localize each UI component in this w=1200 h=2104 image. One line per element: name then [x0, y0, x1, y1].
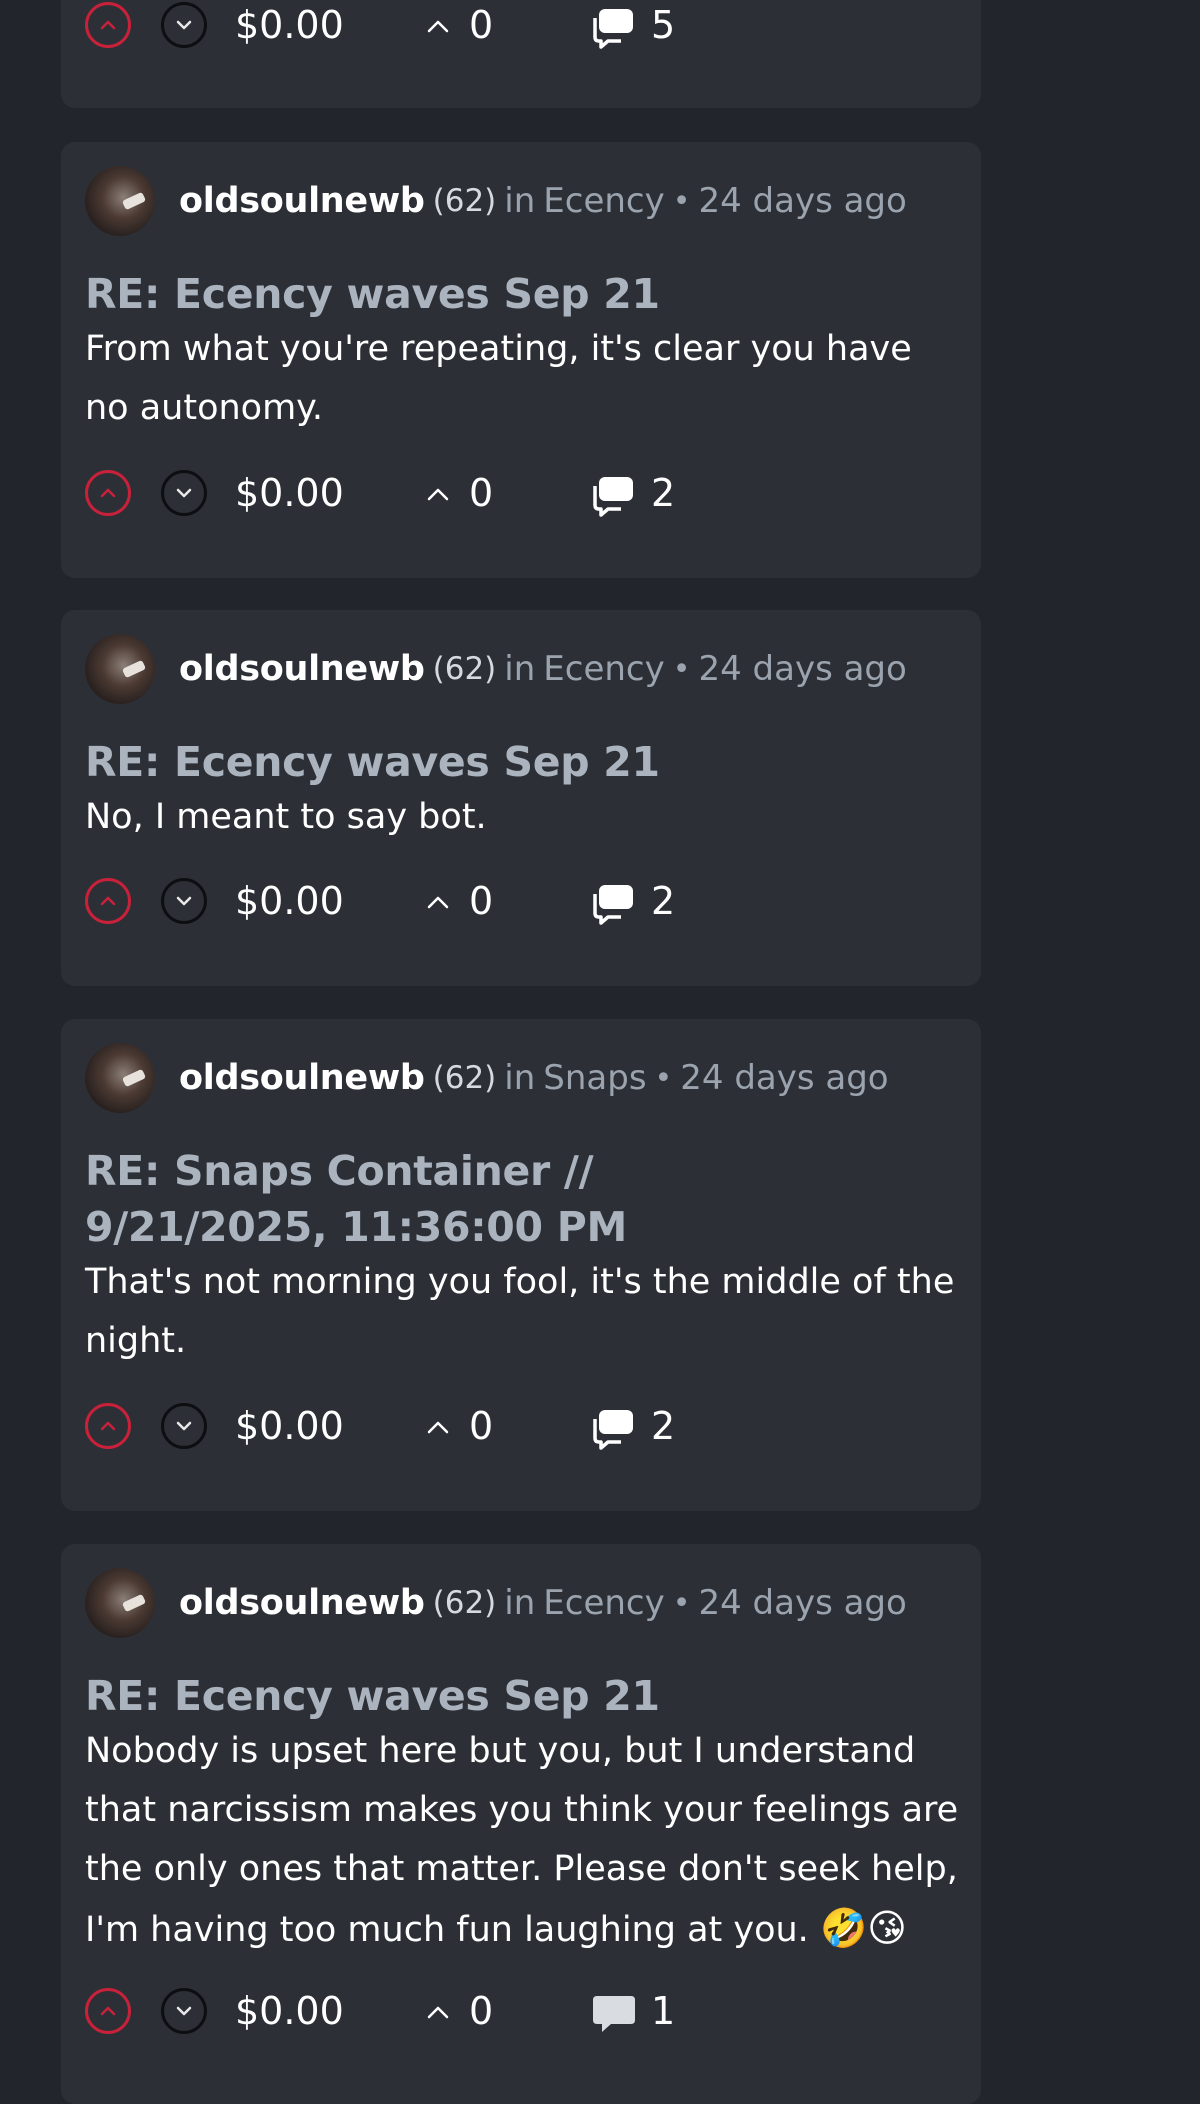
upvote-button[interactable]: [85, 1988, 131, 2034]
post-actions: $0.00 0 2: [85, 876, 965, 930]
post-actions: $0.00 0 2: [85, 1401, 965, 1455]
post-header: oldsoulnewb (62) in Snaps • 24 days ago: [85, 1043, 889, 1113]
comments-count[interactable]: 1: [651, 1986, 675, 2036]
author-reputation: (62): [432, 1585, 497, 1621]
community-link[interactable]: Snaps: [543, 1058, 646, 1098]
post-header: oldsoulnewb (62) in Ecency • 24 days ago: [85, 166, 907, 236]
chevron-down-icon: [176, 20, 192, 30]
comments-count[interactable]: 5: [651, 0, 675, 50]
downvote-button[interactable]: [161, 1988, 207, 2034]
upvote-button[interactable]: [85, 1403, 131, 1449]
author-name[interactable]: oldsoulnewb: [179, 1583, 425, 1623]
post-body[interactable]: From what you're repeating, it's clear y…: [85, 320, 965, 438]
post-card[interactable]: oldsoulnewb (62) in Ecency • 24 days ago…: [61, 142, 981, 578]
comment-bubbles-icon[interactable]: [591, 1407, 637, 1451]
downvote-button[interactable]: [161, 2, 207, 48]
upvote-button[interactable]: [85, 2, 131, 48]
post-body[interactable]: Nobody is upset here but you, but I unde…: [85, 1722, 965, 1960]
post-card[interactable]: oldsoulnewb (62) in Snaps • 24 days ago …: [61, 1019, 981, 1511]
caret-up-icon[interactable]: [423, 1407, 453, 1447]
comments-count[interactable]: 2: [651, 1401, 675, 1451]
author-name[interactable]: oldsoulnewb: [179, 649, 425, 689]
post-title[interactable]: RE: Ecency waves Sep 21: [85, 734, 965, 790]
chevron-down-icon: [176, 1421, 192, 1431]
post-card[interactable]: oldsoulnewb (62) in Ecency • 24 days ago…: [61, 1544, 981, 2104]
caret-up-icon[interactable]: [423, 882, 453, 922]
community-prefix: in: [504, 1058, 536, 1098]
votes-count[interactable]: 0: [469, 1986, 493, 2036]
community-prefix: in: [504, 649, 536, 689]
comment-bubbles-icon[interactable]: [591, 6, 637, 50]
caret-up-icon[interactable]: [423, 1992, 453, 2032]
separator-dot: •: [654, 1060, 673, 1096]
chevron-up-icon: [100, 20, 116, 30]
community-link[interactable]: Ecency: [543, 1583, 664, 1623]
post-card[interactable]: oldsoulnewb (62) in Ecency • 24 days ago…: [61, 610, 981, 986]
chevron-down-icon: [176, 2006, 192, 2016]
chevron-up-icon: [100, 2006, 116, 2016]
chevron-up-icon: [100, 896, 116, 906]
author-name[interactable]: oldsoulnewb: [179, 1058, 425, 1098]
community-prefix: in: [504, 1583, 536, 1623]
post-header: oldsoulnewb (62) in Ecency • 24 days ago: [85, 1568, 907, 1638]
post-title[interactable]: RE: Ecency waves Sep 21: [85, 1668, 965, 1724]
downvote-button[interactable]: [161, 1403, 207, 1449]
post-title[interactable]: RE: Ecency waves Sep 21: [85, 266, 965, 322]
caret-up-icon[interactable]: [423, 474, 453, 514]
post-emojis: 🤣😘: [819, 1906, 907, 1950]
votes-count[interactable]: 0: [469, 468, 493, 518]
community-link[interactable]: Ecency: [543, 649, 664, 689]
downvote-button[interactable]: [161, 878, 207, 924]
votes-count[interactable]: 0: [469, 876, 493, 926]
payout-value[interactable]: $0.00: [235, 0, 344, 50]
votes-count[interactable]: 0: [469, 0, 493, 50]
chevron-up-icon: [100, 488, 116, 498]
community-prefix: in: [504, 181, 536, 221]
post-body[interactable]: No, I meant to say bot.: [85, 788, 965, 847]
chevron-down-icon: [176, 488, 192, 498]
avatar[interactable]: [85, 1568, 155, 1638]
chevron-down-icon: [176, 896, 192, 906]
payout-value[interactable]: $0.00: [235, 468, 344, 518]
payout-value[interactable]: $0.00: [235, 876, 344, 926]
post-actions: $0.00 0 2: [85, 468, 965, 522]
downvote-button[interactable]: [161, 470, 207, 516]
avatar[interactable]: [85, 1043, 155, 1113]
post-header: oldsoulnewb (62) in Ecency • 24 days ago: [85, 634, 907, 704]
author-name[interactable]: oldsoulnewb: [179, 181, 425, 221]
avatar[interactable]: [85, 166, 155, 236]
payout-value[interactable]: $0.00: [235, 1401, 344, 1451]
upvote-button[interactable]: [85, 470, 131, 516]
post-age[interactable]: 24 days ago: [698, 649, 906, 689]
author-reputation: (62): [432, 1060, 497, 1096]
chevron-up-icon: [100, 1421, 116, 1431]
comment-bubble-icon[interactable]: [591, 1992, 637, 2036]
author-reputation: (62): [432, 651, 497, 687]
comments-count[interactable]: 2: [651, 468, 675, 518]
post-card: $0.00 0 5: [61, 0, 981, 108]
post-age[interactable]: 24 days ago: [698, 1583, 906, 1623]
post-age[interactable]: 24 days ago: [680, 1058, 888, 1098]
votes-count[interactable]: 0: [469, 1401, 493, 1451]
post-actions: $0.00 0 1: [85, 1986, 965, 2040]
avatar[interactable]: [85, 634, 155, 704]
post-title[interactable]: RE: Snaps Container // 9/21/2025, 11:36:…: [85, 1143, 845, 1255]
post-age[interactable]: 24 days ago: [698, 181, 906, 221]
community-link[interactable]: Ecency: [543, 181, 664, 221]
comment-bubbles-icon[interactable]: [591, 882, 637, 926]
separator-dot: •: [672, 1585, 691, 1621]
separator-dot: •: [672, 183, 691, 219]
upvote-button[interactable]: [85, 878, 131, 924]
comment-bubbles-icon[interactable]: [591, 474, 637, 518]
author-reputation: (62): [432, 183, 497, 219]
separator-dot: •: [672, 651, 691, 687]
payout-value[interactable]: $0.00: [235, 1986, 344, 2036]
caret-up-icon[interactable]: [423, 6, 453, 46]
comments-count[interactable]: 2: [651, 876, 675, 926]
post-actions: $0.00 0 5: [85, 0, 965, 54]
post-body[interactable]: That's not morning you fool, it's the mi…: [85, 1253, 965, 1371]
